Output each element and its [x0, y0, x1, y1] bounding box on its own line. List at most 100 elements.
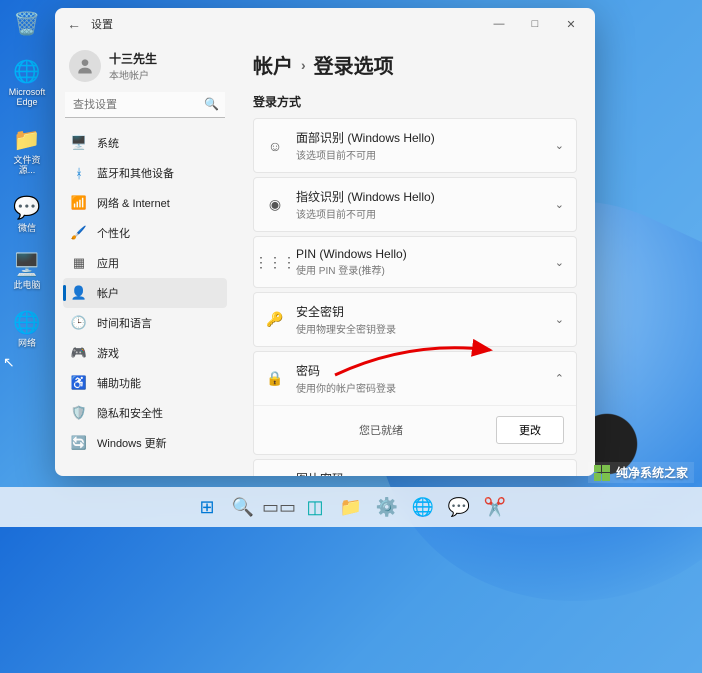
key-icon: 🔑 [266, 311, 284, 328]
sidebar-item-privacy[interactable]: 🛡️隐私和安全性 [63, 398, 227, 428]
option-row-password[interactable]: 🔒 密码使用你的帐户密码登录 ⌃ [254, 352, 576, 405]
sidebar-item-gaming[interactable]: 🎮游戏 [63, 338, 227, 368]
close-button[interactable]: ✕ [553, 10, 589, 38]
explorer-icon: 📁 [340, 497, 362, 518]
chevron-down-icon: ⌄ [555, 313, 564, 326]
option-title: 密码 [296, 362, 543, 379]
snip-icon: ✂️ [484, 497, 506, 518]
taskbar-wechat-tb[interactable]: 💬 [443, 491, 475, 523]
maximize-button[interactable]: □ [517, 10, 553, 38]
taskbar-explorer[interactable]: 📁 [335, 491, 367, 523]
search-icon: 🔍 [204, 97, 219, 111]
sidebar-item-time[interactable]: 🕒 时间和语言 [63, 308, 227, 338]
taskview-icon: ▭▭ [262, 497, 296, 518]
option-row-picture[interactable]: 🖼 图片密码轻扫并点击你最喜欢的照片以解锁设备 ⌄ [254, 460, 576, 476]
sidebar-item-system[interactable]: 🖥️ 系统 [63, 128, 227, 158]
sidebar-item-label: 隐私和安全性 [97, 405, 163, 421]
taskbar-start[interactable]: ⊞ [191, 491, 223, 523]
sidebar-item-network[interactable]: 📶 网络 & Internet [63, 188, 227, 218]
recycle-bin-icon: 🗑️ [13, 10, 41, 38]
option-row-fingerprint[interactable]: ◉ 指纹识别 (Windows Hello)该选项目前不可用 ⌄ [254, 178, 576, 231]
chevron-down-icon: ⌄ [555, 256, 564, 269]
sidebar-item-apps[interactable]: ▦ 应用 [63, 248, 227, 278]
desktop-icon-wechat[interactable]: 💬微信 [6, 194, 48, 234]
watermark-logo-icon [594, 465, 610, 481]
option-card-password: 🔒 密码使用你的帐户密码登录 ⌃ 您已就绪 更改 [253, 351, 577, 455]
sidebar-item-label: Windows 更新 [97, 435, 167, 451]
back-button[interactable]: ← [67, 16, 91, 32]
crumb-parent[interactable]: 帐户 [253, 50, 293, 79]
network-icon: 🌐 [13, 309, 41, 337]
user-block[interactable]: 十三先生 本地帐户 [63, 46, 227, 92]
watermark: 纯净系统之家 [588, 462, 694, 483]
face-icon: ☺ [266, 138, 284, 154]
window-title: 设置 [91, 16, 113, 32]
system-icon: 🖥️ [71, 135, 87, 151]
taskbar-settings[interactable]: ⚙️ [371, 491, 403, 523]
start-icon: ⊞ [199, 497, 214, 518]
option-title: PIN (Windows Hello) [296, 247, 543, 261]
search-input[interactable] [65, 92, 225, 118]
fingerprint-icon: ◉ [266, 196, 284, 213]
option-title: 指纹识别 (Windows Hello) [296, 188, 543, 205]
desktop-icon-this-pc[interactable]: 🖥️ 此电脑 [6, 251, 48, 291]
chevron-up-icon: ⌃ [555, 372, 564, 385]
minimize-button[interactable]: — [481, 10, 517, 38]
titlebar: ← 设置 — □ ✕ [55, 8, 595, 40]
taskbar-snip[interactable]: ✂️ [479, 491, 511, 523]
option-title: 面部识别 (Windows Hello) [296, 129, 543, 146]
option-row-pin[interactable]: ⋮⋮⋮ PIN (Windows Hello)使用 PIN 登录(推荐) ⌄ [254, 237, 576, 287]
accounts-icon: 👤 [71, 285, 87, 301]
taskbar: ⊞ 🔍 ▭▭ ◫ 📁 ⚙️ 🌐 💬 ✂️ [0, 487, 702, 527]
pin-icon: ⋮⋮⋮ [266, 254, 284, 271]
sidebar-item-personalization[interactable]: 🖌️ 个性化 [63, 218, 227, 248]
bluetooth-icon: ᚼ [71, 165, 87, 181]
desktop-icon-edge[interactable]: 🌐Microsoft Edge [6, 58, 48, 108]
search-box[interactable]: 🔍 [65, 92, 225, 118]
time-icon: 🕒 [71, 315, 87, 331]
search-icon: 🔍 [232, 497, 254, 518]
sidebar-item-label: 应用 [97, 255, 119, 271]
option-expanded: 您已就绪 更改 [254, 405, 576, 454]
desktop-icon-label: 网络 [18, 339, 36, 349]
accessibility-icon: ♿ [71, 375, 87, 391]
desktop-icon-label: 此电脑 [13, 281, 40, 291]
user-name: 十三先生 [109, 50, 157, 67]
section-heading: 登录方式 [253, 93, 577, 110]
user-type: 本地帐户 [109, 67, 157, 82]
sidebar-item-update[interactable]: 🔄Windows 更新 [63, 428, 227, 458]
option-title: 安全密钥 [296, 303, 543, 320]
network-icon: 📶 [71, 195, 87, 211]
widgets-icon: ◫ [306, 497, 323, 518]
change-button[interactable]: 更改 [496, 416, 564, 444]
apps-icon: ▦ [71, 255, 87, 271]
taskbar-widgets[interactable]: ◫ [299, 491, 331, 523]
option-sub: 使用 PIN 登录(推荐) [296, 262, 543, 277]
wechat-icon: 💬 [13, 194, 41, 222]
option-card-fingerprint: ◉ 指纹识别 (Windows Hello)该选项目前不可用 ⌄ [253, 177, 577, 232]
personalization-icon: 🖌️ [71, 225, 87, 241]
option-row-face[interactable]: ☺ 面部识别 (Windows Hello)该选项目前不可用 ⌄ [254, 119, 576, 172]
desktop-icon-file-explorer[interactable]: 📁文件资源... [6, 126, 48, 176]
sidebar-item-bluetooth[interactable]: ᚼ蓝牙和其他设备 [63, 158, 227, 188]
breadcrumb: 帐户 › 登录选项 [253, 50, 577, 79]
crumb-child: 登录选项 [314, 50, 394, 79]
taskbar-edge-tb[interactable]: 🌐 [407, 491, 439, 523]
sidebar-item-label: 系统 [97, 135, 119, 151]
sidebar-item-label: 个性化 [97, 225, 130, 241]
option-row-key[interactable]: 🔑 安全密钥使用物理安全密钥登录 ⌄ [254, 293, 576, 346]
settings-icon: ⚙️ [376, 497, 398, 518]
sidebar-item-label: 网络 & Internet [97, 195, 170, 211]
taskbar-taskview[interactable]: ▭▭ [263, 491, 295, 523]
desktop-icon-label: Microsoft Edge [6, 88, 48, 108]
option-card-pin: ⋮⋮⋮ PIN (Windows Hello)使用 PIN 登录(推荐) ⌄ [253, 236, 577, 288]
sidebar-item-accessibility[interactable]: ♿辅助功能 [63, 368, 227, 398]
gaming-icon: 🎮 [71, 345, 87, 361]
this-pc-icon: 🖥️ [13, 251, 41, 279]
edge-tb-icon: 🌐 [412, 497, 434, 518]
desktop-icon-recycle-bin[interactable]: 🗑️ [6, 10, 48, 40]
taskbar-search[interactable]: 🔍 [227, 491, 259, 523]
desktop-icon-network[interactable]: 🌐 网络 [6, 309, 48, 349]
sidebar-item-accounts[interactable]: 👤帐户 [63, 278, 227, 308]
sidebar-item-label: 时间和语言 [97, 315, 152, 331]
